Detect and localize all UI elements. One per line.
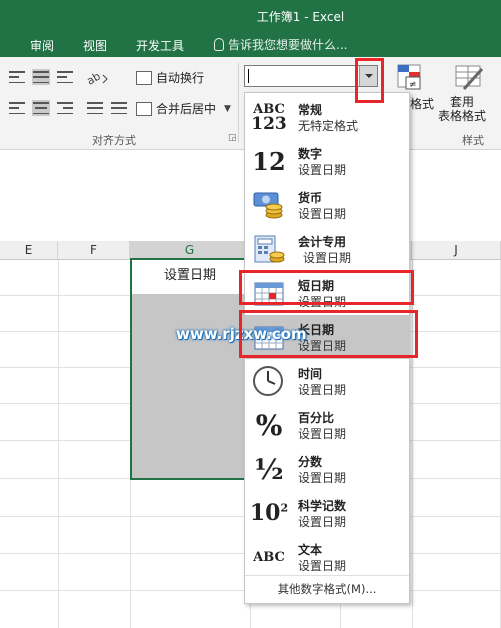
text-caret <box>248 69 249 83</box>
scientific-icon: 102 <box>249 500 289 526</box>
column-header[interactable]: F <box>58 241 130 260</box>
decrease-indent-icon[interactable] <box>86 100 104 116</box>
percent-icon: % <box>255 408 283 442</box>
menu-item-preview: 设置日期 <box>298 559 347 573</box>
merge-center-label: 合并后居中 <box>156 102 217 116</box>
menu-item-percentage[interactable]: % 百分比 设置日期 <box>245 403 409 447</box>
svg-text:ab: ab <box>86 70 103 85</box>
align-left-icon[interactable] <box>8 100 26 116</box>
menu-item-preview: 设置日期 <box>298 427 347 441</box>
annotation-box <box>239 270 414 305</box>
column-header[interactable]: E <box>0 241 58 260</box>
grid-line <box>58 260 59 628</box>
group-divider <box>238 63 239 143</box>
menu-item-preview: 设置日期 <box>298 471 347 485</box>
align-center-icon[interactable] <box>32 100 50 116</box>
menu-item-preview: 设置日期 <box>298 163 347 177</box>
menu-item-name: 货币 <box>298 191 323 205</box>
lightbulb-icon <box>214 38 224 51</box>
text-abc-icon: ABC <box>253 549 285 565</box>
wrap-text-label: 自动换行 <box>156 71 205 85</box>
tab-review[interactable]: 审阅 <box>30 37 54 54</box>
menu-item-preview: 设置日期 <box>298 383 347 397</box>
increase-indent-icon[interactable] <box>110 100 128 116</box>
tab-developer[interactable]: 开发工具 <box>136 37 184 54</box>
tell-me-text: 告诉我您想要做什么... <box>228 38 348 52</box>
abc-123-icon: ABC 123 <box>251 102 287 134</box>
clock-icon <box>251 365 287 397</box>
selection-border <box>130 258 250 480</box>
fraction-icon: ½ <box>254 452 284 486</box>
align-right-icon[interactable] <box>56 100 74 116</box>
number-12-icon: 12 <box>252 146 286 176</box>
menu-item-preview: 设置日期 <box>298 207 347 221</box>
dialog-launcher-icon[interactable]: ◲ <box>228 133 237 143</box>
merge-center-button[interactable]: 合并后居中 ▼ <box>136 100 231 117</box>
annotation-box <box>355 58 384 103</box>
menu-item-name: 分数 <box>298 455 323 469</box>
menu-item-name: 常规 <box>298 103 323 117</box>
menu-item-name: 会计专用 <box>298 235 347 249</box>
styles-group-label: 样式 <box>462 134 484 147</box>
window-title: 工作簿1 - Excel <box>256 10 345 24</box>
menu-item-general[interactable]: ABC 123 常规 无特定格式 <box>245 95 409 139</box>
column-header[interactable]: J <box>412 241 501 260</box>
align-bottom-icon[interactable] <box>56 69 74 85</box>
menu-item-scientific[interactable]: 102 科学记数 设置日期 <box>245 491 409 535</box>
format-as-table-icon[interactable] <box>452 63 486 93</box>
conditional-format-label: 格式 <box>410 97 435 111</box>
menu-item-text[interactable]: ABC 文本 设置日期 <box>245 535 409 579</box>
menu-divider <box>245 575 409 576</box>
title-bar: 工作簿1 - Excel <box>0 0 501 33</box>
menu-item-time[interactable]: 时间 设置日期 <box>245 359 409 403</box>
more-number-formats[interactable]: 其他数字格式(M)... <box>245 581 409 597</box>
menu-item-preview: 无特定格式 <box>298 119 359 133</box>
format-as-table-label: 套用 表格格式 <box>438 95 487 123</box>
chevron-down-icon[interactable]: ▼ <box>224 104 231 114</box>
menu-item-name: 数字 <box>298 147 323 161</box>
alignment-group-label: 对齐方式 <box>92 134 136 147</box>
menu-item-preview: 设置日期 <box>303 251 352 265</box>
menu-item-name: 科学记数 <box>298 499 347 513</box>
wrap-text-icon <box>136 70 152 85</box>
menu-item-name: 文本 <box>298 543 323 557</box>
menu-item-number[interactable]: 12 数字 设置日期 <box>245 139 409 183</box>
orientation-icon[interactable]: ab <box>84 69 108 88</box>
currency-icon <box>251 189 287 221</box>
ribbon-tabs: 审阅 视图 开发工具 告诉我您想要做什么... <box>0 33 501 57</box>
align-middle-icon[interactable] <box>32 69 50 85</box>
menu-item-accounting[interactable]: 会计专用 设置日期 <box>245 227 409 271</box>
annotation-box <box>239 310 418 358</box>
menu-item-fraction[interactable]: ½ 分数 设置日期 <box>245 447 409 491</box>
svg-text:≠: ≠ <box>409 80 417 90</box>
wrap-text-button[interactable]: 自动换行 <box>136 69 204 86</box>
menu-item-currency[interactable]: 货币 设置日期 <box>245 183 409 227</box>
align-top-icon[interactable] <box>8 69 26 85</box>
menu-item-name: 时间 <box>298 367 323 381</box>
tab-view[interactable]: 视图 <box>83 37 107 54</box>
merge-center-icon <box>136 101 152 116</box>
accounting-icon <box>251 233 287 265</box>
conditional-format-icon[interactable]: ≠ <box>396 63 426 93</box>
menu-item-preview: 设置日期 <box>298 515 347 529</box>
menu-item-name: 百分比 <box>298 411 335 425</box>
tell-me-box[interactable]: 告诉我您想要做什么... <box>214 36 347 53</box>
